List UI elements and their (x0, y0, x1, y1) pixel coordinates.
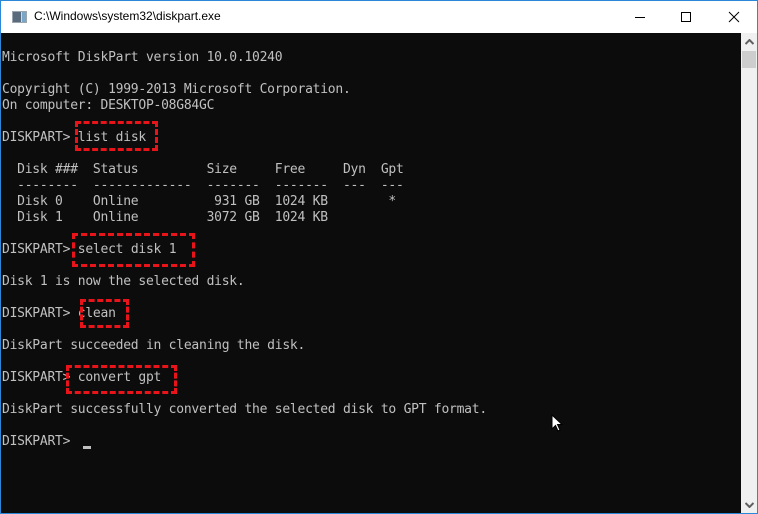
highlight-clean (80, 299, 129, 328)
chevron-down-icon (744, 501, 754, 508)
console-output[interactable]: Microsoft DiskPart version 10.0.10240 Co… (1, 33, 741, 513)
console-app-icon[interactable] (12, 11, 27, 23)
highlight-select-disk (72, 233, 195, 267)
scroll-up-button[interactable] (741, 33, 757, 50)
output-line: Disk 1 is now the selected disk. (2, 274, 245, 289)
copyright-line: Copyright (C) 1999-2013 Microsoft Corpor… (2, 82, 351, 97)
scroll-thumb[interactable] (742, 51, 756, 68)
minimize-icon (635, 17, 645, 18)
prompt: DISKPART> (2, 434, 78, 449)
vertical-scrollbar[interactable] (741, 33, 757, 513)
console-window: C:\Windows\system32\diskpart.exe Microso… (0, 0, 758, 514)
prompt: DISKPART> (2, 130, 78, 145)
scroll-down-button[interactable] (741, 496, 757, 513)
close-button[interactable] (711, 1, 757, 33)
version-line: Microsoft DiskPart version 10.0.10240 (2, 50, 283, 65)
prompt: DISKPART> (2, 306, 78, 321)
window-title: C:\Windows\system32\diskpart.exe (34, 9, 221, 23)
table-row: Disk 1 Online 3072 GB 1024 KB (2, 210, 328, 225)
minimize-button[interactable] (617, 1, 663, 33)
output-line: DiskPart successfully converted the sele… (2, 402, 487, 417)
output-line: DiskPart succeeded in cleaning the disk. (2, 338, 306, 353)
maximize-button[interactable] (663, 1, 709, 33)
mouse-pointer-icon (551, 414, 563, 432)
maximize-icon (681, 12, 691, 22)
table-row: Disk 0 Online 931 GB 1024 KB * (2, 194, 396, 209)
title-bar[interactable]: C:\Windows\system32\diskpart.exe (1, 1, 757, 33)
computer-line: On computer: DESKTOP-08G84GC (2, 98, 215, 113)
close-icon (728, 11, 740, 23)
prompt-line: DISKPART> (2, 434, 78, 450)
chevron-up-icon (744, 38, 754, 45)
table-header: Disk ### Status Size Free Dyn Gpt (2, 162, 404, 177)
highlight-convert-gpt (66, 365, 177, 394)
highlight-list-disk (75, 121, 158, 151)
prompt: DISKPART> (2, 242, 78, 257)
table-separator: -------- ------------- ------- ------- -… (2, 178, 404, 193)
text-cursor (83, 446, 91, 449)
